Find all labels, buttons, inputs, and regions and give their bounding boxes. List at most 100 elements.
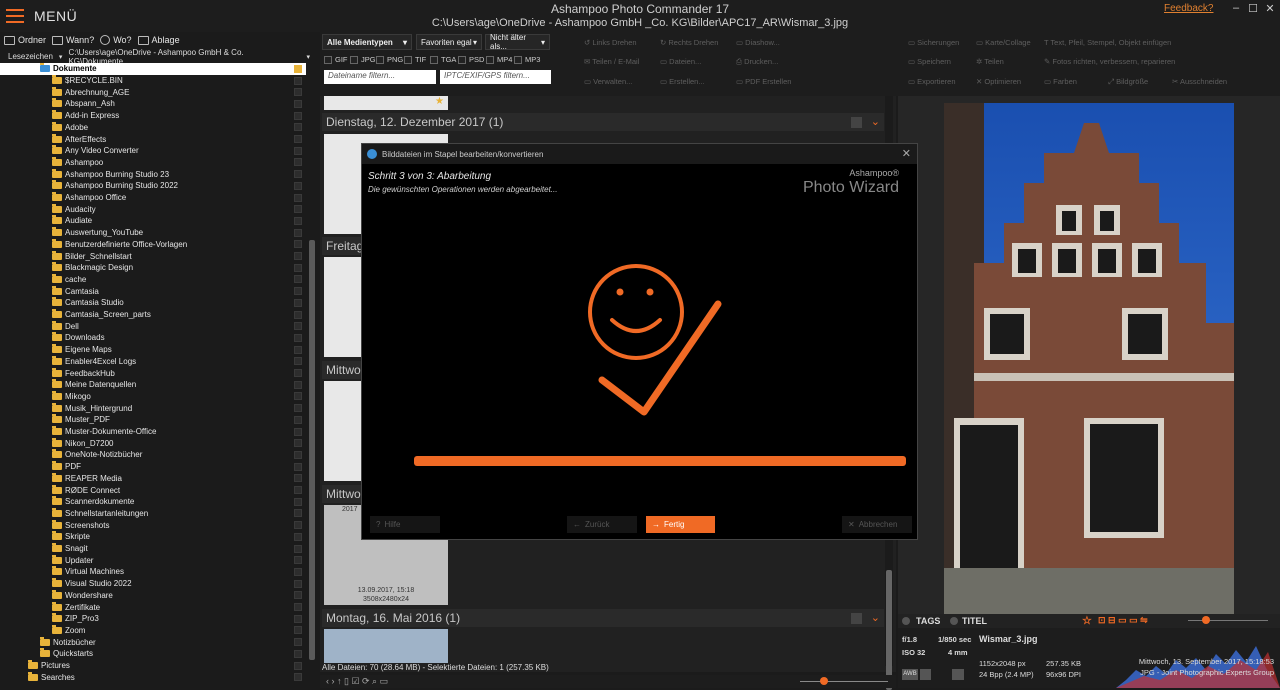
chevron-down-icon[interactable]: ▾ [307, 53, 311, 61]
tree-item-checkbox[interactable] [294, 333, 302, 342]
tree-item-checkbox[interactable] [294, 450, 302, 459]
tree-item[interactable]: Benutzerdefinierte Office-Vorlagen [0, 238, 306, 251]
chevron-down-icon[interactable]: ⌄ [871, 115, 880, 128]
share-button[interactable]: ✲ Teilen [976, 57, 1004, 66]
tree-scrollbar-thumb[interactable] [309, 240, 315, 660]
tree-item-checkbox[interactable] [294, 99, 302, 108]
filetype-checkbox[interactable]: MP4 [486, 55, 512, 64]
tree-item[interactable]: FeedbackHub [0, 367, 306, 379]
chevron-down-icon[interactable]: ⌄ [871, 611, 880, 624]
tags-tab[interactable]: TAGS [916, 616, 940, 626]
tree-item-checkbox[interactable] [294, 111, 302, 120]
tree-item[interactable]: Nikon_D7200 [0, 437, 306, 449]
tree-item-checkbox[interactable] [294, 170, 302, 179]
tree-item[interactable]: Schnellstartanleitungen [0, 507, 306, 520]
tree-item-checkbox[interactable] [294, 439, 302, 448]
tree-item-checkbox[interactable] [294, 228, 302, 237]
tree-item-checkbox[interactable] [294, 603, 302, 612]
files-button[interactable]: ▭ Dateien... [660, 57, 701, 66]
group-checkbox[interactable] [851, 117, 862, 128]
print-button[interactable]: ⎙ Drucken... [736, 57, 778, 67]
tree-item[interactable]: $RECYCLE.BIN [0, 75, 306, 87]
tree-item-checkbox[interactable] [294, 509, 302, 518]
tree-item[interactable]: Audacity [0, 203, 306, 215]
age-dropdown[interactable]: Nicht älter als... ▾ [485, 33, 550, 51]
tree-item[interactable]: Any Video Converter [0, 145, 306, 157]
tree-item[interactable]: ZIP_Pro3 [0, 613, 306, 625]
backup-button[interactable]: ▭ Sicherungen [908, 38, 959, 47]
tree-item[interactable]: Meine Datenquellen [0, 379, 306, 391]
save-button[interactable]: ▭ Speichern [908, 57, 951, 66]
thumbnail[interactable] [324, 629, 448, 663]
tree-item-checkbox[interactable] [294, 76, 302, 85]
filename-filter-input[interactable]: Dateiname filtern... [324, 70, 436, 84]
tree-item[interactable]: Ashampoo Burning Studio 23 [0, 168, 306, 180]
filetype-checkbox[interactable]: GIF [324, 55, 348, 64]
minimize-button[interactable]: – [1228, 2, 1244, 16]
storage-tab[interactable]: Ablage [137, 35, 180, 45]
tree-item[interactable]: Camtasia Studio [0, 297, 306, 309]
filetype-checkbox[interactable]: PNG [376, 55, 403, 64]
tree-item[interactable]: Auswertung_YouTube [0, 227, 306, 239]
tree-item-checkbox[interactable] [294, 146, 302, 155]
slideshow-button[interactable]: ▭ Diashow... [736, 38, 780, 47]
tree-item[interactable]: Dell [0, 320, 306, 332]
zoom-slider[interactable] [800, 681, 888, 682]
date-group-header[interactable]: Montag, 16. Mai 2016 (1) ⌄ [322, 609, 884, 627]
tree-item-checkbox[interactable] [294, 497, 302, 506]
tree-item[interactable]: Skripte [0, 531, 306, 543]
tree-item[interactable]: Virtual Machines [0, 566, 306, 578]
favorites-dropdown[interactable]: Favoriten egal ▾ [416, 34, 482, 50]
tree-item-checkbox[interactable] [294, 193, 302, 202]
tree-item-checkbox[interactable] [294, 579, 302, 588]
tree-item[interactable]: Ashampoo Office [0, 192, 306, 204]
tree-item-checkbox[interactable] [294, 298, 302, 307]
tree-item-checkbox[interactable] [294, 205, 302, 214]
tree-item[interactable]: Blackmagic Design [0, 262, 306, 274]
tree-item[interactable]: Abrechnung_AGE [0, 86, 306, 98]
tree-item-checkbox[interactable] [294, 661, 302, 670]
filetype-checkbox[interactable]: MP3 [514, 55, 540, 64]
tree-item-checkbox[interactable] [294, 427, 302, 436]
cut-button[interactable]: ✂ Ausschneiden [1172, 77, 1227, 86]
card-collage-button[interactable]: ▭ Karte/Collage [976, 38, 1031, 47]
star-icon[interactable]: ★ [435, 96, 444, 107]
tree-item[interactable]: Snagit [0, 543, 306, 555]
tree-item-checkbox[interactable] [294, 263, 302, 272]
maximize-button[interactable]: ☐ [1245, 2, 1261, 16]
manage-button[interactable]: ▭ Verwalten... [584, 77, 632, 86]
date-group-header[interactable]: Freitag [322, 237, 363, 255]
nav-icons[interactable]: ‹ › ↑ ▯ ☑ ⟳ ⌕ ▭ [326, 676, 388, 687]
tree-item-checkbox[interactable] [294, 88, 302, 97]
tree-item-checkbox[interactable] [294, 462, 302, 471]
create-pdf-button[interactable]: ▭ PDF Erstellen [736, 77, 791, 86]
tree-item[interactable]: REAPER Media [0, 472, 306, 485]
when-tab[interactable]: Wann? [52, 35, 94, 45]
close-button[interactable]: ✕ [1262, 2, 1278, 16]
chevron-down-icon[interactable]: ▾ [59, 53, 63, 61]
tree-item[interactable]: Visual Studio 2022 [0, 578, 306, 590]
tool-icons[interactable]: ⊡ ⊟ ▭ ▭ ⇋ [1098, 615, 1148, 626]
date-group-header[interactable]: Mittwo [322, 485, 362, 503]
tree-item[interactable]: Downloads [0, 332, 306, 344]
tree-item[interactable]: Enabler4Excel Logs [0, 355, 306, 368]
tree-item[interactable]: Dokumente [0, 63, 306, 75]
tree-item[interactable]: Quickstarts [0, 648, 306, 660]
cancel-button[interactable]: ✕ Abbrechen [842, 516, 912, 533]
feedback-link[interactable]: Feedback? [1164, 3, 1213, 14]
tree-item[interactable]: Add-in Express [0, 110, 306, 122]
tree-item[interactable]: Eigene Maps [0, 344, 306, 356]
tree-item[interactable]: Adobe [0, 121, 306, 134]
tree-item-checkbox[interactable] [294, 322, 302, 331]
title-tab[interactable]: TITEL [962, 616, 987, 626]
tree-item-checkbox[interactable] [294, 135, 302, 144]
export-button[interactable]: ▭ Exportieren [908, 77, 956, 86]
colors-button[interactable]: ▭ Farben [1044, 77, 1077, 86]
tree-item-checkbox[interactable] [294, 392, 302, 401]
filetype-checkbox[interactable]: TGA [430, 55, 456, 64]
tree-item[interactable]: Bilder_Schnellstart [0, 250, 306, 262]
tree-item[interactable]: Searches [0, 671, 306, 683]
tree-item[interactable]: Musik_Hintergrund [0, 402, 306, 414]
tree-item-checkbox[interactable] [294, 556, 302, 565]
zoom-slider-handle[interactable] [820, 677, 828, 685]
